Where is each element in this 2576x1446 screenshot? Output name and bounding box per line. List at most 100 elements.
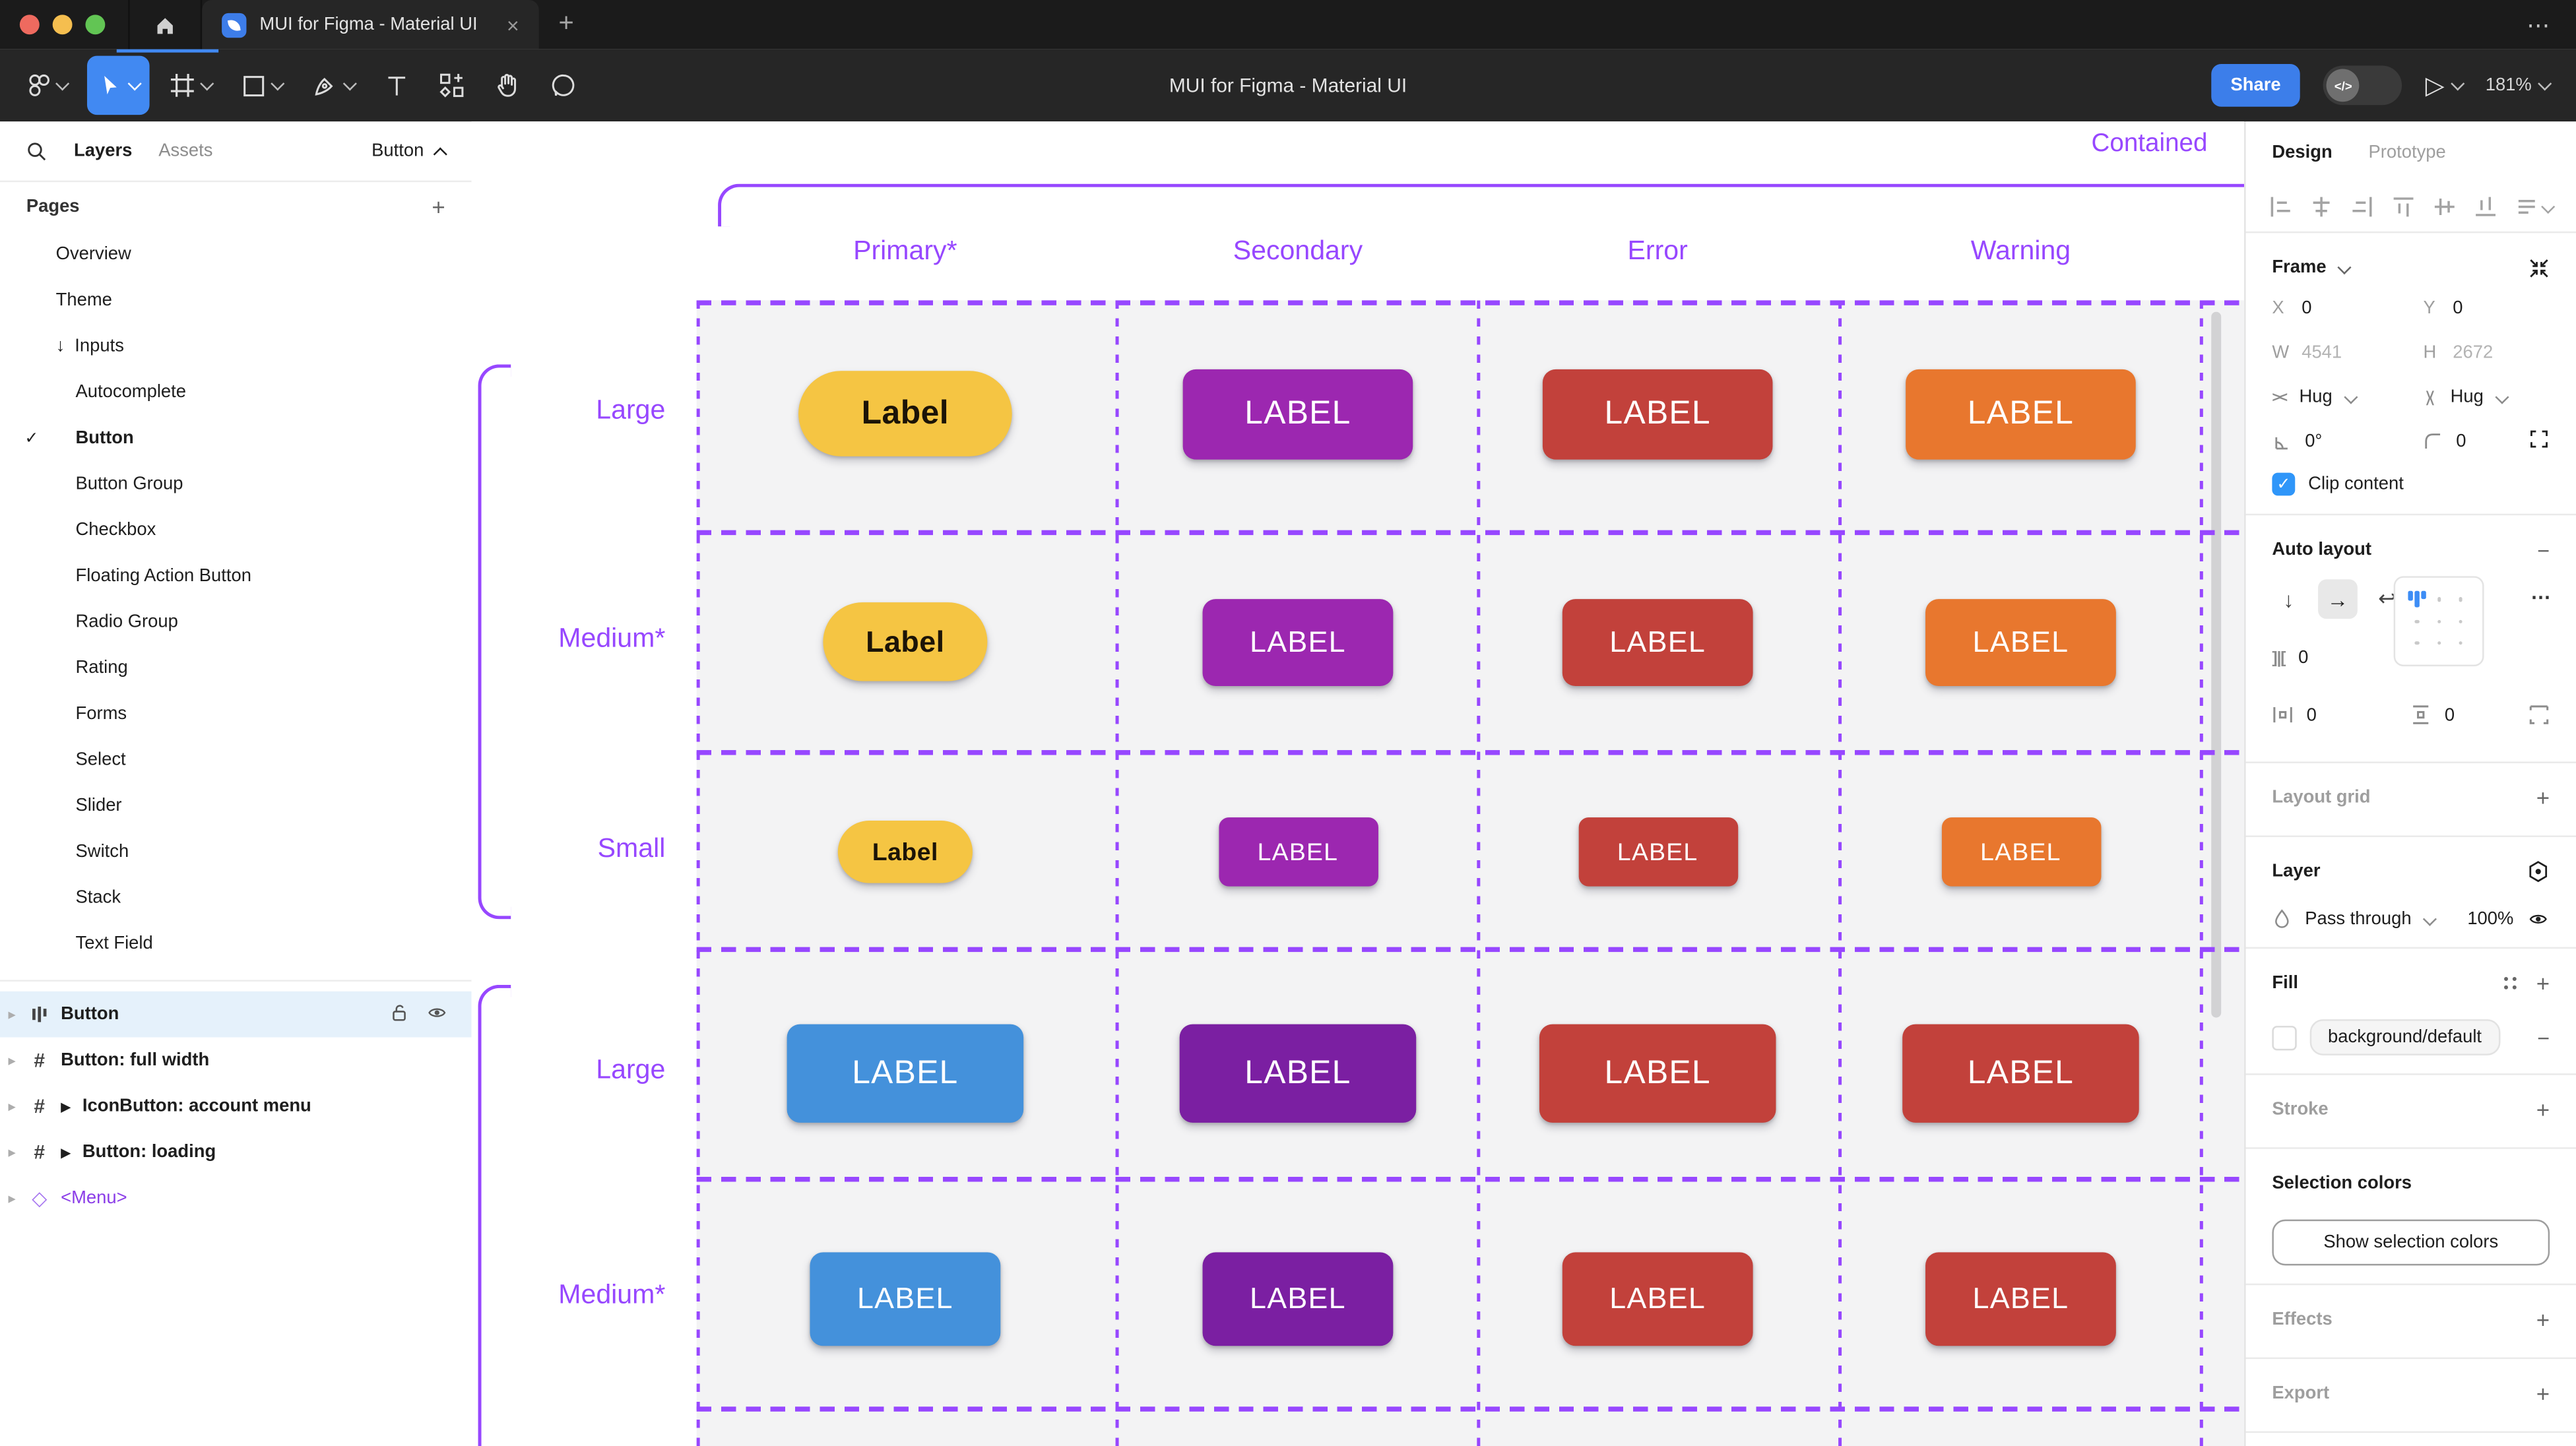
align-top-icon[interactable] bbox=[2392, 195, 2415, 218]
blend-mode-icon[interactable] bbox=[2527, 860, 2550, 883]
align-left-icon[interactable] bbox=[2269, 195, 2292, 218]
independent-corners-icon[interactable] bbox=[2528, 428, 2550, 449]
hand-tool-button[interactable] bbox=[484, 56, 531, 115]
text-tool-button[interactable] bbox=[375, 56, 419, 115]
canvas-vertical-scrollbar[interactable] bbox=[2211, 312, 2221, 1018]
window-more-icon[interactable]: ⋯ bbox=[2527, 0, 2553, 49]
sidebar-page-inputs[interactable]: ↓Inputs bbox=[0, 323, 472, 369]
unlock-icon[interactable] bbox=[389, 1002, 409, 1026]
layer-button-full-width[interactable]: ▸#Button: full width bbox=[0, 1037, 472, 1083]
remove-fill-button[interactable]: − bbox=[2537, 1025, 2550, 1050]
fill-style-chip[interactable]: background/default bbox=[2310, 1019, 2500, 1055]
canvas-button-r3-c3[interactable]: LABEL bbox=[1578, 817, 1737, 887]
frame-title-label[interactable]: Contained bbox=[2092, 130, 2208, 160]
tab-assets[interactable]: Assets bbox=[158, 141, 212, 161]
clip-content-row[interactable]: ✓ Clip content bbox=[2246, 456, 2576, 499]
sidebar-page-button-group[interactable]: Button Group bbox=[0, 461, 472, 507]
dev-mode-toggle[interactable]: </> bbox=[2323, 66, 2402, 106]
styles-icon[interactable] bbox=[2500, 973, 2520, 993]
layer-menu[interactable]: ▸◇<Menu> bbox=[0, 1175, 472, 1221]
present-button[interactable]: ▷ bbox=[2426, 71, 2463, 100]
height-field[interactable]: H2672 bbox=[2423, 338, 2550, 368]
canvas-button-r4-c3[interactable]: LABEL bbox=[1539, 1024, 1776, 1123]
rotation-field[interactable]: 0° bbox=[2272, 427, 2423, 456]
canvas-button-r1-c4[interactable]: LABEL bbox=[1906, 369, 2136, 459]
add-effect-button[interactable]: + bbox=[2536, 1307, 2550, 1333]
home-button[interactable] bbox=[128, 0, 202, 49]
canvas-button-r5-c3[interactable]: LABEL bbox=[1562, 1251, 1753, 1345]
add-fill-button[interactable]: + bbox=[2536, 970, 2550, 996]
close-tab-icon[interactable]: × bbox=[503, 13, 523, 37]
y-position-field[interactable]: Y0 bbox=[2423, 294, 2550, 323]
new-tab-button[interactable]: + bbox=[539, 0, 594, 49]
gap-field[interactable]: ]|[ 0 bbox=[2272, 648, 2308, 668]
frame-section-title[interactable]: Frame bbox=[2272, 258, 2326, 278]
canvas-button-r3-c4[interactable]: LABEL bbox=[1941, 817, 2101, 887]
comment-tool-button[interactable] bbox=[540, 56, 587, 115]
zoom-menu[interactable]: 181% bbox=[2486, 75, 2550, 95]
file-tab[interactable]: MUI for Figma - Material UI × bbox=[202, 0, 538, 49]
align-vertical-center-icon[interactable] bbox=[2433, 195, 2456, 218]
visibility-eye-icon[interactable] bbox=[2527, 908, 2550, 928]
blend-mode-dropdown[interactable]: Pass through bbox=[2305, 908, 2411, 928]
canvas-button-r2-c1[interactable]: Label bbox=[823, 602, 987, 681]
add-export-button[interactable]: + bbox=[2536, 1380, 2550, 1406]
sidebar-page-rating[interactable]: Rating bbox=[0, 645, 472, 691]
visibility-eye-icon[interactable] bbox=[426, 1002, 449, 1026]
sidebar-page-floating-action-button[interactable]: Floating Action Button bbox=[0, 553, 472, 599]
opacity-value[interactable]: 100% bbox=[2467, 908, 2513, 928]
sidebar-page-theme[interactable]: Theme bbox=[0, 277, 472, 323]
add-page-button[interactable]: + bbox=[432, 194, 445, 220]
canvas-button-r4-c1[interactable]: LABEL bbox=[787, 1024, 1024, 1123]
chevron-down-icon[interactable] bbox=[2337, 261, 2351, 274]
sidebar-page-stack[interactable]: Stack bbox=[0, 875, 472, 921]
canvas-button-r5-c2[interactable]: LABEL bbox=[1203, 1251, 1394, 1345]
canvas-button-r5-c4[interactable]: LABEL bbox=[1925, 1251, 2116, 1345]
alignment-widget[interactable] bbox=[2394, 576, 2484, 666]
auto-layout-more-icon[interactable]: ⋯ bbox=[2531, 586, 2554, 609]
x-position-field[interactable]: X0 bbox=[2272, 294, 2423, 323]
horizontal-padding-field[interactable]: 0 bbox=[2272, 704, 2317, 725]
sidebar-page-button[interactable]: ✓Button bbox=[0, 415, 472, 461]
vertical-padding-field[interactable]: 0 bbox=[2410, 704, 2455, 725]
canvas-button-r1-c1[interactable]: Label bbox=[798, 371, 1012, 456]
canvas-button-r3-c1[interactable]: Label bbox=[838, 821, 973, 883]
resources-tool-button[interactable] bbox=[429, 56, 475, 115]
tab-layers[interactable]: Layers bbox=[74, 141, 132, 161]
show-selection-colors-button[interactable]: Show selection colors bbox=[2272, 1220, 2550, 1266]
sidebar-page-overview[interactable]: Overview bbox=[0, 232, 472, 278]
sidebar-page-radio-group[interactable]: Radio Group bbox=[0, 599, 472, 645]
tab-prototype[interactable]: Prototype bbox=[2369, 142, 2446, 162]
main-menu-button[interactable] bbox=[16, 56, 77, 115]
sidebar-page-slider[interactable]: Slider bbox=[0, 783, 472, 829]
width-field[interactable]: W4541 bbox=[2272, 338, 2423, 368]
align-right-icon[interactable] bbox=[2351, 195, 2374, 218]
page-selector[interactable]: Button bbox=[371, 141, 445, 161]
canvas-button-r4-c4[interactable]: LABEL bbox=[1902, 1024, 2139, 1123]
vertical-sizing-dropdown[interactable]: ><Hug bbox=[2423, 383, 2550, 412]
search-icon[interactable] bbox=[26, 141, 48, 162]
canvas-button-r2-c4[interactable]: LABEL bbox=[1925, 598, 2116, 685]
collapse-icon[interactable] bbox=[2528, 257, 2550, 278]
canvas-button-r4-c2[interactable]: LABEL bbox=[1180, 1024, 1417, 1123]
minimize-window-button[interactable] bbox=[53, 15, 73, 34]
tab-design[interactable]: Design bbox=[2272, 142, 2332, 162]
frame-tool-button[interactable] bbox=[160, 56, 222, 115]
canvas[interactable]: Contained Primary*SecondaryErrorWarningL… bbox=[472, 121, 2244, 1446]
share-button[interactable]: Share bbox=[2211, 64, 2301, 107]
horizontal-sizing-dropdown[interactable]: ><Hug bbox=[2272, 383, 2423, 412]
layer-button-loading[interactable]: ▸#▶Button: loading bbox=[0, 1129, 472, 1176]
remove-auto-layout-button[interactable]: − bbox=[2537, 538, 2550, 562]
sidebar-page-checkbox[interactable]: Checkbox bbox=[0, 507, 472, 553]
add-layout-grid-button[interactable]: + bbox=[2536, 784, 2550, 811]
move-tool-button[interactable] bbox=[87, 56, 150, 115]
pen-tool-button[interactable] bbox=[302, 56, 365, 115]
sidebar-page-autocomplete[interactable]: Autocomplete bbox=[0, 369, 472, 416]
layer-button[interactable]: ▸Button bbox=[0, 991, 472, 1038]
distribute-menu[interactable] bbox=[2515, 195, 2553, 218]
align-bottom-icon[interactable] bbox=[2474, 195, 2497, 218]
add-stroke-button[interactable]: + bbox=[2536, 1096, 2550, 1123]
shape-tool-button[interactable] bbox=[232, 56, 292, 115]
canvas-button-r2-c3[interactable]: LABEL bbox=[1562, 598, 1753, 685]
sidebar-page-switch[interactable]: Switch bbox=[0, 829, 472, 875]
